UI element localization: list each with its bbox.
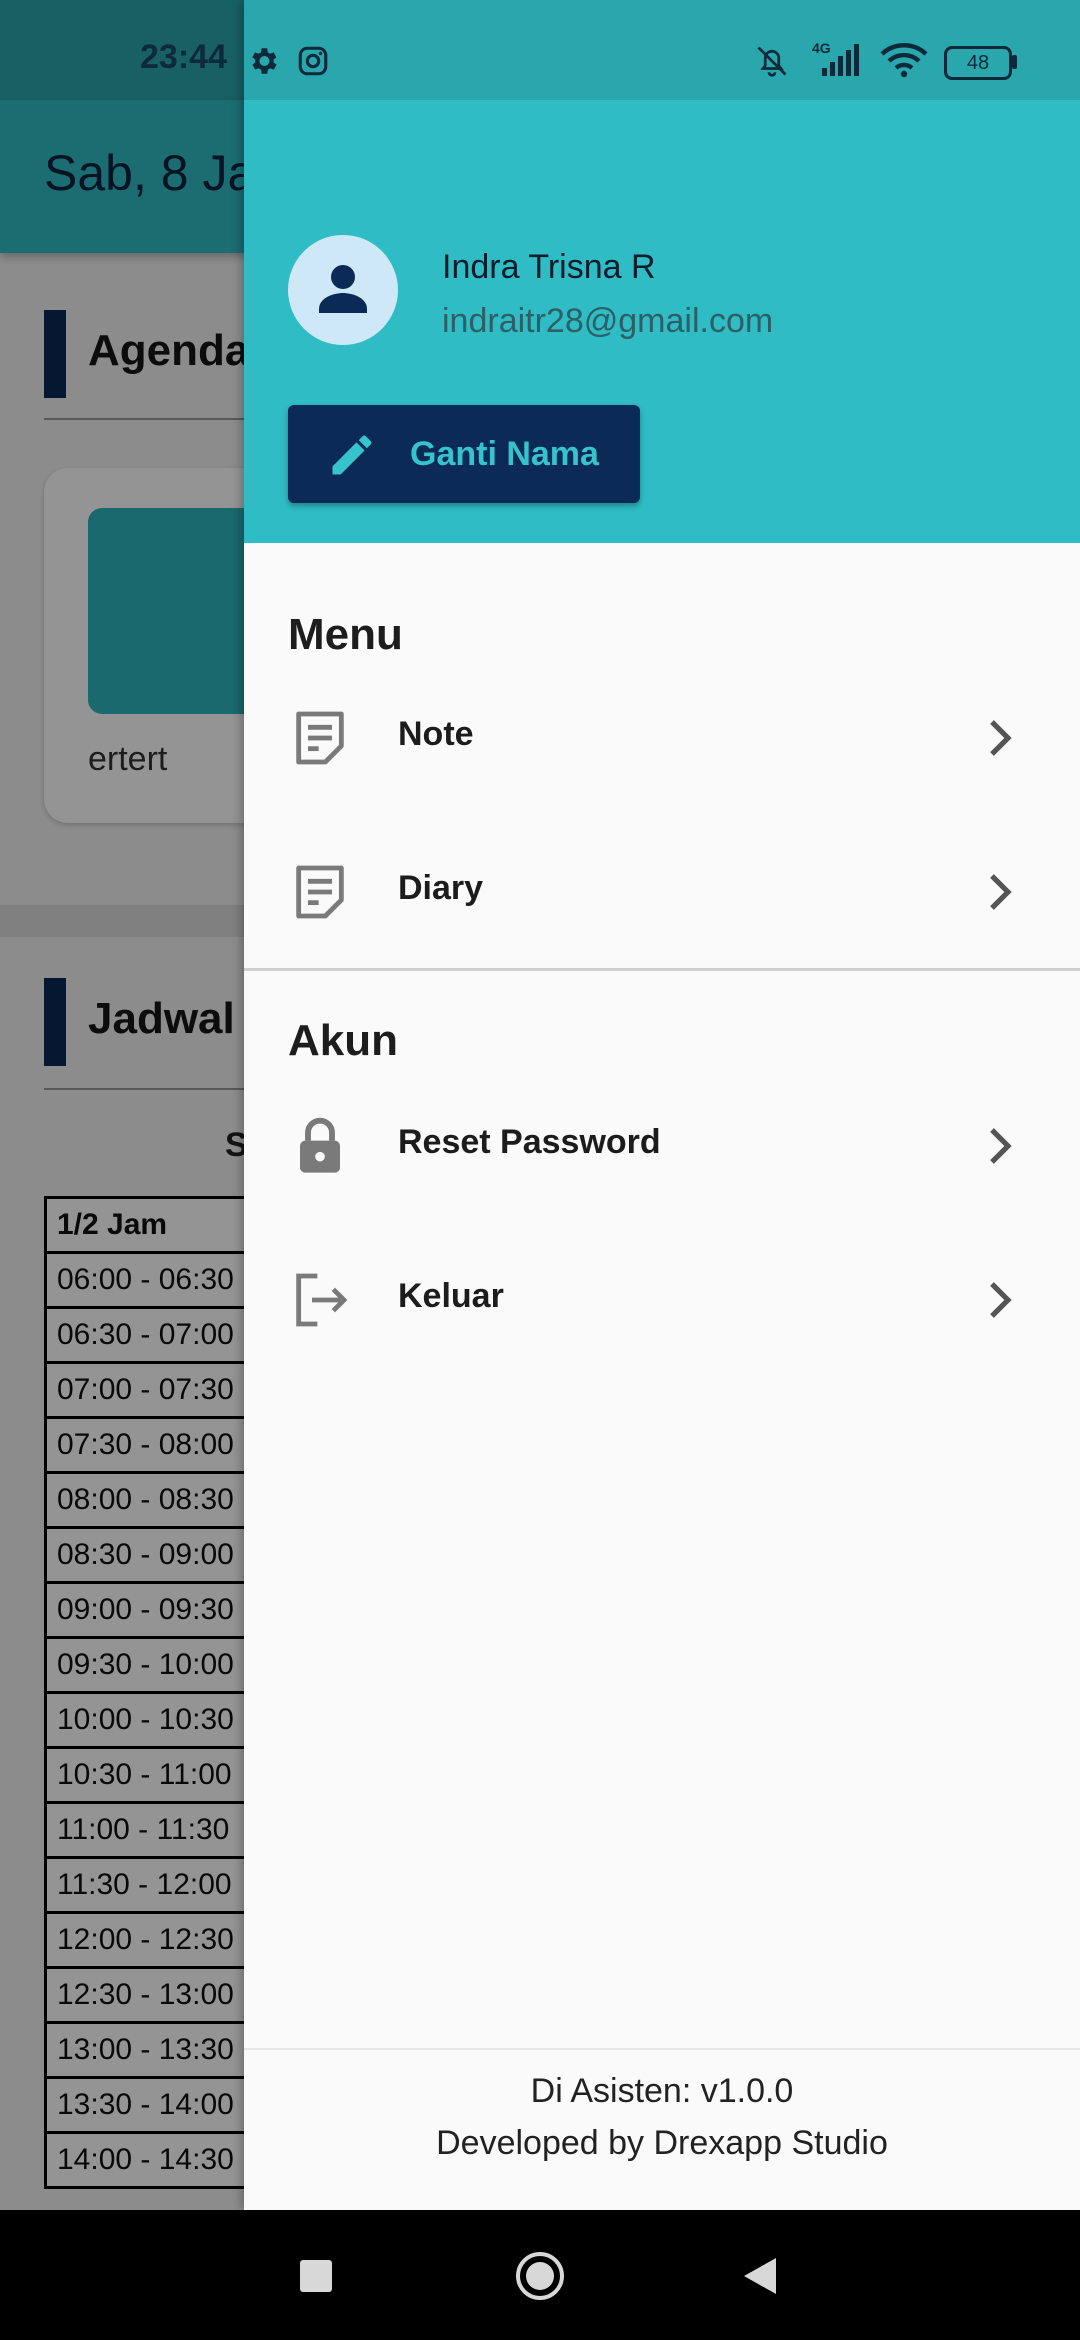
gear-icon	[252, 48, 277, 74]
drawer-header: Indra Trisna R indraitr28@gmail.com Gant…	[244, 100, 1080, 543]
user-email: indraitr28@gmail.com	[442, 302, 774, 340]
menu-item-logout[interactable]: Keluar	[244, 1230, 1080, 1370]
user-name: Indra Trisna R	[442, 248, 656, 286]
back-button[interactable]	[742, 2256, 778, 2296]
home-button-dot	[526, 2262, 554, 2290]
rename-button[interactable]: Ganti Nama	[288, 405, 640, 503]
signal-icon	[822, 44, 859, 76]
account-section-title: Akun	[288, 1016, 398, 1065]
drawer-divider	[244, 968, 1080, 971]
chevron-right-icon	[990, 874, 1012, 910]
menu-item-note[interactable]: Note	[244, 668, 1080, 808]
menu-item-reset-password[interactable]: Reset Password	[244, 1076, 1080, 1216]
chevron-right-icon	[990, 720, 1012, 756]
menu-item-label: Note	[398, 715, 474, 753]
wifi-icon	[880, 43, 928, 78]
menu-item-diary[interactable]: Diary	[244, 822, 1080, 962]
recents-button[interactable]	[300, 2260, 332, 2292]
chevron-right-icon	[990, 1128, 1012, 1164]
logout-icon	[296, 1273, 348, 1327]
developer-credit: Developed by Drexapp Studio	[436, 2124, 888, 2162]
person-icon	[319, 265, 367, 313]
footer-divider	[244, 2048, 1080, 2050]
lock-icon	[300, 1117, 340, 1173]
status-time: 23:44	[140, 38, 227, 76]
battery-icon: 48	[944, 46, 1012, 80]
home-button[interactable]	[516, 2252, 564, 2300]
menu-item-label: Keluar	[398, 1277, 504, 1315]
menu-item-label: Reset Password	[398, 1123, 661, 1161]
chevron-right-icon	[990, 1282, 1012, 1318]
menu-section-title: Menu	[288, 610, 403, 659]
battery-tip	[1012, 55, 1017, 69]
pencil-icon	[332, 435, 372, 475]
system-nav-bar	[0, 2210, 1080, 2340]
app-version: Di Asisten: v1.0.0	[530, 2072, 794, 2110]
avatar	[288, 235, 398, 345]
menu-item-label: Diary	[398, 869, 484, 907]
instagram-icon	[298, 46, 328, 76]
navigation-drawer: Indra Trisna R indraitr28@gmail.com Gant…	[244, 0, 1080, 2210]
rename-button-label: Ganti Nama	[410, 435, 599, 473]
note-icon	[296, 865, 344, 919]
bell-off-icon	[757, 46, 787, 77]
note-icon	[296, 711, 344, 765]
